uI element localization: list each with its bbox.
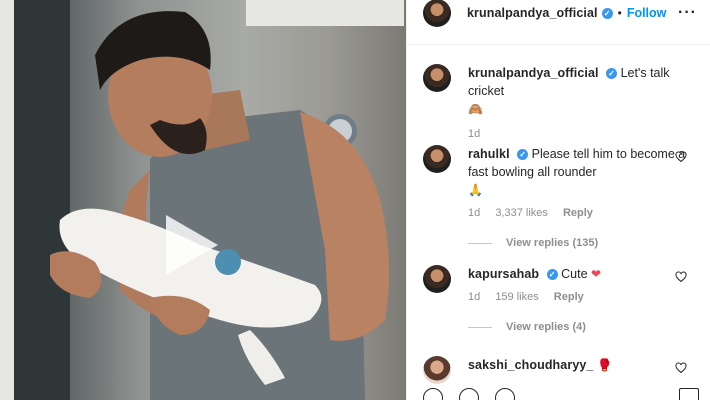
view-replies-label: View replies (135) xyxy=(506,237,599,249)
author-avatar[interactable] xyxy=(423,0,451,27)
commenter-avatar[interactable] xyxy=(423,145,451,173)
share-icon[interactable] xyxy=(495,388,515,400)
red-heart-emoji-icon: ❤ xyxy=(591,267,602,281)
replies-dash xyxy=(468,326,492,328)
more-options-icon[interactable]: ··· xyxy=(678,4,697,22)
heart-outline-icon[interactable] xyxy=(675,151,687,163)
caption-meta: 1d xyxy=(468,128,703,140)
follow-button[interactable]: Follow xyxy=(627,6,667,20)
comment-body: sakshi_choudharyy_ 🥊 xyxy=(468,356,703,374)
comment-item: rahulkl ✓ Please tell him to become a fa… xyxy=(423,145,703,249)
comment-likes[interactable]: 159 likes xyxy=(495,291,538,303)
comment-item: sakshi_choudharyy_ 🥊 xyxy=(423,356,703,384)
like-icon[interactable] xyxy=(423,388,443,400)
verified-badge-icon: ✓ xyxy=(517,149,529,160)
boxing-glove-emoji-icon: 🥊 xyxy=(596,358,612,372)
reply-button[interactable]: Reply xyxy=(554,291,584,303)
comment-icon[interactable] xyxy=(459,388,479,400)
background-ac-unit xyxy=(246,0,404,26)
comment-username[interactable]: rahulkl xyxy=(468,147,510,161)
reply-button[interactable]: Reply xyxy=(563,207,593,219)
caption-username[interactable]: krunalpandya_official xyxy=(468,66,599,80)
verified-badge-icon: ✓ xyxy=(601,7,613,19)
post-header: krunalpandya_official ✓ • Follow ··· xyxy=(407,0,710,27)
comment-time: 1d xyxy=(468,291,481,303)
background-door-frame xyxy=(0,0,14,400)
video-frame-illustration xyxy=(0,0,404,400)
header-divider xyxy=(407,44,710,45)
comment-item: kapursahab ✓ Cute ❤ 1d 159 likes Reply V… xyxy=(423,265,703,333)
caption-author-avatar[interactable] xyxy=(423,64,451,92)
replies-dash xyxy=(468,242,492,244)
post-actions-bar xyxy=(423,388,703,400)
post-side-panel: krunalpandya_official ✓ • Follow ··· kru… xyxy=(406,0,710,400)
comment-time: 1d xyxy=(468,207,481,219)
caption-time: 1d xyxy=(468,128,481,140)
heart-outline-icon[interactable] xyxy=(675,271,687,283)
caption: krunalpandya_official ✓ Let's talk crick… xyxy=(423,64,703,140)
play-icon[interactable] xyxy=(166,215,218,275)
monkey-emoji-icon: 🙈 xyxy=(468,102,483,116)
verified-badge-icon: ✓ xyxy=(546,269,558,280)
caption-body: krunalpandya_official ✓ Let's talk crick… xyxy=(468,64,703,118)
comment-text: Cute xyxy=(561,267,588,281)
save-icon[interactable] xyxy=(679,388,699,400)
author-username[interactable]: krunalpandya_official xyxy=(467,6,598,20)
heart-outline-icon[interactable] xyxy=(675,362,687,374)
view-replies-button[interactable]: View replies (4) xyxy=(468,321,703,333)
comment-username[interactable]: sakshi_choudharyy_ xyxy=(468,358,593,372)
commenter-avatar[interactable] xyxy=(423,265,451,293)
verified-badge-icon: ✓ xyxy=(606,68,618,79)
view-replies-button[interactable]: View replies (135) xyxy=(468,237,703,249)
post-video[interactable] xyxy=(0,0,406,400)
comment-username[interactable]: kapursahab xyxy=(468,267,539,281)
folded-hands-emoji-icon: 🙏 xyxy=(468,183,483,197)
comment-meta: 1d 3,337 likes Reply xyxy=(468,207,703,219)
commenter-avatar[interactable] xyxy=(423,356,451,384)
comment-body: kapursahab ✓ Cute ❤ xyxy=(468,265,703,283)
comment-meta: 1d 159 likes Reply xyxy=(468,291,703,303)
view-replies-label: View replies (4) xyxy=(506,321,586,333)
comment-likes[interactable]: 3,337 likes xyxy=(495,207,548,219)
comment-body: rahulkl ✓ Please tell him to become a fa… xyxy=(468,145,703,199)
separator-dot: • xyxy=(617,6,622,20)
baby-bib-print xyxy=(215,249,241,275)
